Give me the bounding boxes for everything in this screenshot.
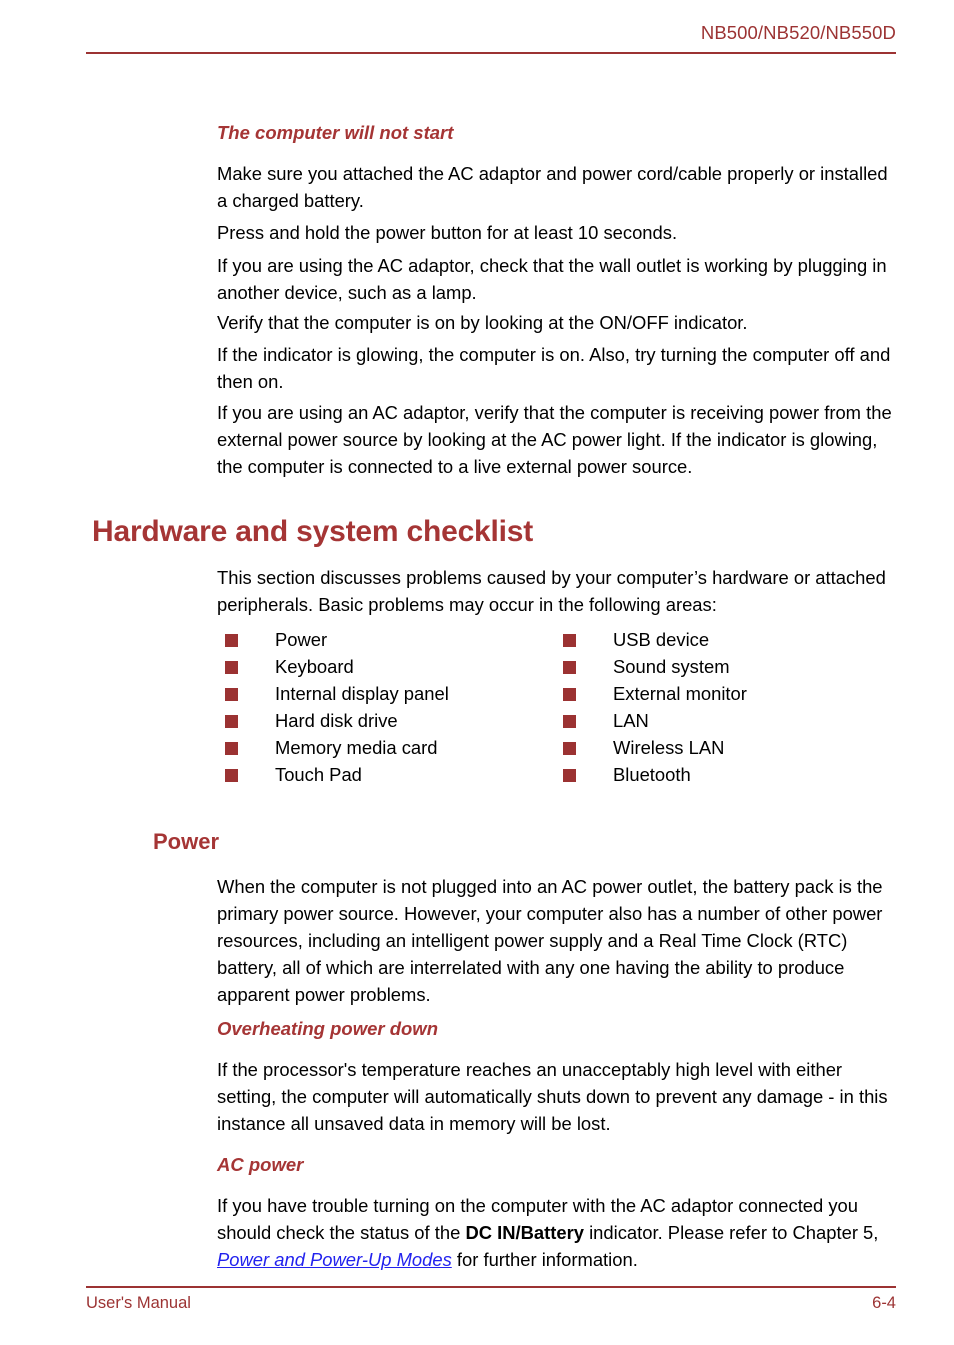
list-item-label: LAN — [613, 710, 649, 731]
square-bullet-icon — [225, 661, 238, 674]
list-item-label: Sound system — [613, 656, 730, 677]
list-item-label: Memory media card — [275, 737, 438, 758]
checklist-column-left: Power Keyboard Internal display panel Ha… — [225, 626, 545, 788]
paragraph-ac-adaptor-power-light: If you are using an AC adaptor, verify t… — [217, 402, 892, 477]
square-bullet-icon — [225, 769, 238, 782]
square-bullet-icon — [563, 688, 576, 701]
list-item-label: Touch Pad — [275, 764, 362, 785]
list-item: Hard disk drive — [225, 707, 545, 734]
square-bullet-icon — [563, 742, 576, 755]
list-item-label: Bluetooth — [613, 764, 691, 785]
list-item-label: Keyboard — [275, 656, 354, 677]
list-item-label: Internal display panel — [275, 683, 449, 704]
square-bullet-icon — [563, 661, 576, 674]
ac-power-text-part-2: indicator. Please refer to Chapter 5, — [583, 1222, 879, 1243]
paragraph-overheating-detail: If the processor's temperature reaches a… — [217, 1059, 888, 1134]
footer-manual-label: User's Manual — [86, 1294, 191, 1312]
ac-power-text-part-3: for further information. — [451, 1249, 638, 1270]
paragraph-verify-onoff-indicator: Verify that the computer is on by lookin… — [217, 312, 748, 333]
paragraph-power-overview: When the computer is not plugged into an… — [217, 876, 883, 1005]
document-page: NB500/NB520/NB550D The computer will not… — [0, 0, 954, 1345]
list-item: External monitor — [563, 680, 883, 707]
square-bullet-icon — [225, 634, 238, 647]
paragraph-hold-power-button: Press and hold the power button for at l… — [217, 222, 678, 243]
subheading-ac-power: AC power — [217, 1154, 304, 1175]
list-item-label: USB device — [613, 629, 710, 650]
footer-page-number: 6-4 — [872, 1294, 896, 1312]
footer-divider-rule — [86, 1286, 896, 1288]
list-item: Touch Pad — [225, 761, 545, 788]
paragraph-check-wall-outlet: If you are using the AC adaptor, check t… — [217, 255, 887, 303]
subheading-overheating-power-down: Overheating power down — [217, 1018, 438, 1039]
heading-hardware-and-system-checklist: Hardware and system checklist — [92, 515, 534, 548]
dc-in-battery-bold-text: DC IN/Battery — [465, 1222, 584, 1243]
list-item-label: Wireless LAN — [613, 737, 725, 758]
header-divider-rule — [86, 52, 896, 54]
square-bullet-icon — [225, 715, 238, 728]
list-item: USB device — [563, 626, 883, 653]
header-model-text: NB500/NB520/NB550D — [700, 22, 896, 43]
list-item-label: Hard disk drive — [275, 710, 398, 731]
list-item-label: Power — [275, 629, 328, 650]
square-bullet-icon — [563, 634, 576, 647]
list-item: Wireless LAN — [563, 734, 883, 761]
square-bullet-icon — [225, 688, 238, 701]
paragraph-indicator-glowing: If the indicator is glowing, the compute… — [217, 344, 891, 392]
square-bullet-icon — [563, 715, 576, 728]
list-item: Sound system — [563, 653, 883, 680]
list-item: Memory media card — [225, 734, 545, 761]
square-bullet-icon — [563, 769, 576, 782]
paragraph-section-intro: This section discusses problems caused b… — [217, 567, 886, 615]
list-item: LAN — [563, 707, 883, 734]
list-item-label: External monitor — [613, 683, 747, 704]
list-item: Bluetooth — [563, 761, 883, 788]
subheading-computer-will-not-start: The computer will not start — [217, 122, 454, 143]
square-bullet-icon — [225, 742, 238, 755]
checklist-column-right: USB device Sound system External monitor… — [563, 626, 883, 788]
paragraph-ac-power-detail: If you have trouble turning on the compu… — [217, 1192, 899, 1273]
list-item: Keyboard — [225, 653, 545, 680]
paragraph-check-adaptor: Make sure you attached the AC adaptor an… — [217, 163, 888, 211]
link-power-and-power-up-modes[interactable]: Power and Power-Up Modes — [217, 1249, 452, 1270]
list-item: Internal display panel — [225, 680, 545, 707]
list-item: Power — [225, 626, 545, 653]
heading-power: Power — [153, 829, 220, 854]
